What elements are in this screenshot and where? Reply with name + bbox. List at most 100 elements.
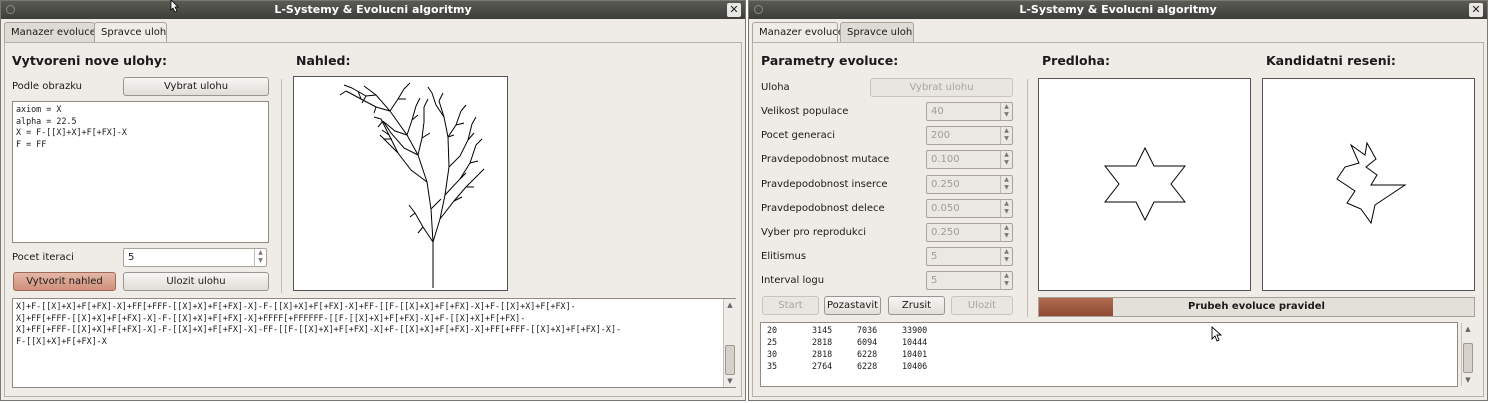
evolution-manager-panel: Parametry evoluce: Predloha: Kandidatni … bbox=[752, 42, 1484, 397]
right-titlebar[interactable]: L-Systemy & Evolucni algoritmy ✕ bbox=[749, 1, 1487, 19]
plant-fractal bbox=[339, 82, 485, 288]
progress-label: Prubeh evoluce pravidel bbox=[1188, 301, 1325, 312]
stepper-arrows-icon[interactable]: ▲ ▼ bbox=[1000, 224, 1012, 241]
right-window: L-Systemy & Evolucni algoritmy ✕ Manazer… bbox=[748, 0, 1488, 401]
param-label: Pravdepodobnost mutace bbox=[761, 154, 890, 166]
log-row: 20 3145 7036 33900 bbox=[767, 324, 1451, 336]
lsystem-definition-input[interactable]: axiom = X alpha = 22.5 X = F-[[X]+X]+F[+… bbox=[12, 101, 269, 243]
scroll-down-icon[interactable]: ▼ bbox=[1463, 375, 1473, 385]
save-task-button[interactable]: Ulozit ulohu bbox=[123, 272, 269, 291]
log-row: 25 2818 6094 10444 bbox=[767, 336, 1451, 348]
stepper-arrows-icon[interactable]: ▲ ▼ bbox=[1000, 175, 1012, 193]
save-button[interactable]: Ulozit bbox=[951, 296, 1013, 315]
stepper-arrows-icon[interactable]: ▲ ▼ bbox=[1000, 272, 1012, 290]
param-stepper[interactable]: 40 ▲ ▼ bbox=[926, 102, 1013, 121]
evolution-log[interactable]: 20 3145 7036 33900 25 2818 6094 10444 30 2818 6228… bbox=[760, 322, 1458, 387]
param-label: Pocet generaci bbox=[761, 130, 836, 142]
log-scrollbar[interactable]: ▲ ▼ bbox=[1461, 323, 1474, 386]
param-stepper[interactable]: 5 ▲ ▼ bbox=[926, 271, 1013, 291]
param-value: 5 bbox=[931, 251, 938, 263]
param-stepper[interactable]: 0.250 ▲ ▼ bbox=[926, 223, 1013, 242]
param-value: 0.100 bbox=[931, 154, 960, 166]
log-cell: 10401 bbox=[902, 349, 928, 359]
log-cell: 2764 bbox=[812, 361, 833, 371]
stepper-arrows-icon[interactable]: ▲ ▼ bbox=[254, 249, 266, 266]
param-label: Pravdepodobnost inserce bbox=[761, 178, 888, 190]
right-window-title: L-Systemy & Evolucni algoritmy bbox=[1019, 3, 1217, 16]
stepper-arrows-icon[interactable]: ▲ ▼ bbox=[1000, 127, 1012, 145]
param-value: 5 bbox=[931, 275, 938, 287]
param-stepper[interactable]: 200 ▲ ▼ bbox=[926, 126, 1013, 146]
log-row: 30 2818 6228 10401 bbox=[767, 348, 1451, 360]
lsystem-output-text[interactable]: X]+F-[[X]+X]+F[+FX]-X]+FF[+FFF-[[X]+X]+F… bbox=[12, 298, 736, 388]
candidate-canvas bbox=[1262, 78, 1475, 291]
start-button[interactable]: Start bbox=[762, 296, 819, 315]
stepper-arrows-icon[interactable]: ▲ ▼ bbox=[1000, 248, 1012, 266]
cursor-arrow-icon bbox=[170, 0, 179, 12]
stepper-arrows-icon[interactable]: ▲ ▼ bbox=[1000, 199, 1012, 217]
scroll-thumb[interactable] bbox=[1463, 343, 1473, 373]
log-cell: 2818 bbox=[812, 349, 833, 359]
param-stepper[interactable]: 0.100 ▲ ▼ bbox=[926, 150, 1013, 170]
select-task-button[interactable]: Vybrat ulohu bbox=[123, 77, 269, 96]
log-cell: 35 bbox=[767, 361, 778, 371]
log-cell: 10444 bbox=[902, 337, 928, 347]
scroll-down-icon[interactable]: ▼ bbox=[725, 376, 735, 386]
window-menu-icon[interactable] bbox=[6, 5, 15, 14]
create-task-heading: Vytvoreni nove ulohy: bbox=[12, 53, 167, 68]
log-row: 35 2764 6228 10406 bbox=[767, 360, 1451, 372]
cursor-arrow-icon bbox=[1211, 326, 1223, 342]
log-cell: 30 bbox=[767, 349, 778, 359]
log-cell: 20 bbox=[767, 325, 778, 335]
scroll-up-icon[interactable]: ▲ bbox=[1463, 324, 1473, 334]
params-heading: Parametry evoluce: bbox=[761, 53, 899, 68]
tab-manazer-evoluce[interactable]: Manazer evoluce bbox=[752, 22, 844, 44]
param-label: Vyber pro reprodukci bbox=[761, 227, 866, 238]
iterations-value: 5 bbox=[128, 252, 135, 263]
star-template-shape bbox=[1103, 146, 1187, 222]
param-value: 0.050 bbox=[931, 202, 960, 214]
iterations-stepper[interactable]: 5 ▲ ▼ bbox=[123, 248, 267, 267]
log-cell: 7036 bbox=[857, 325, 878, 335]
create-preview-button[interactable]: Vytvorit nahled bbox=[13, 272, 116, 291]
output-scrollbar[interactable]: ▲ ▼ bbox=[723, 299, 736, 387]
candidate-solution-shape bbox=[1336, 141, 1407, 225]
pause-button[interactable]: Pozastavit bbox=[824, 296, 881, 315]
close-icon[interactable]: ✕ bbox=[727, 3, 741, 17]
preview-canvas bbox=[293, 76, 508, 291]
log-cell: 33900 bbox=[902, 325, 928, 335]
param-value: 40 bbox=[931, 106, 944, 117]
tab-spravce-uloh[interactable]: Spravce uloh bbox=[94, 22, 167, 44]
param-label: Velikost populace bbox=[761, 106, 849, 117]
evolution-progress-bar: Prubeh evoluce pravidel bbox=[1038, 297, 1475, 317]
left-titlebar[interactable]: L-Systemy & Evolucni algoritmy ✕ bbox=[1, 1, 745, 19]
param-value: 0.250 bbox=[931, 227, 960, 238]
stepper-arrows-icon[interactable]: ▲ ▼ bbox=[1000, 103, 1012, 120]
tab-manazer-evoluce[interactable]: Manazer evoluce bbox=[4, 22, 96, 42]
scroll-thumb[interactable] bbox=[725, 345, 735, 375]
param-value: 0.250 bbox=[931, 178, 960, 190]
window-menu-icon[interactable] bbox=[754, 5, 763, 14]
close-icon[interactable]: ✕ bbox=[1469, 3, 1483, 17]
tab-spravce-uloh[interactable]: Spravce uloh bbox=[840, 22, 914, 42]
separator bbox=[281, 79, 282, 293]
preview-heading: Nahled: bbox=[296, 53, 351, 68]
param-stepper[interactable]: 0.250 ▲ ▼ bbox=[926, 174, 1013, 194]
param-label: Elitismus bbox=[761, 251, 807, 263]
param-label: Interval logu bbox=[761, 275, 825, 287]
param-stepper[interactable]: 0.050 ▲ ▼ bbox=[926, 198, 1013, 218]
log-cell: 10406 bbox=[902, 361, 928, 371]
log-cell: 25 bbox=[767, 337, 778, 347]
scroll-up-icon[interactable]: ▲ bbox=[725, 300, 735, 310]
template-heading: Predloha: bbox=[1042, 53, 1110, 68]
log-cell: 6094 bbox=[857, 337, 878, 347]
left-window-title: L-Systemy & Evolucni algoritmy bbox=[274, 3, 472, 16]
param-stepper[interactable]: 5 ▲ ▼ bbox=[926, 247, 1013, 267]
log-cell: 6228 bbox=[857, 349, 878, 359]
cancel-button[interactable]: Zrusit bbox=[888, 296, 945, 315]
stepper-arrows-icon[interactable]: ▲ ▼ bbox=[1000, 151, 1012, 169]
separator bbox=[1027, 79, 1028, 317]
select-task-button[interactable]: Vybrat ulohu bbox=[870, 78, 1013, 97]
from-image-label: Podle obrazku bbox=[12, 81, 83, 92]
task-label: Uloha bbox=[761, 82, 790, 93]
